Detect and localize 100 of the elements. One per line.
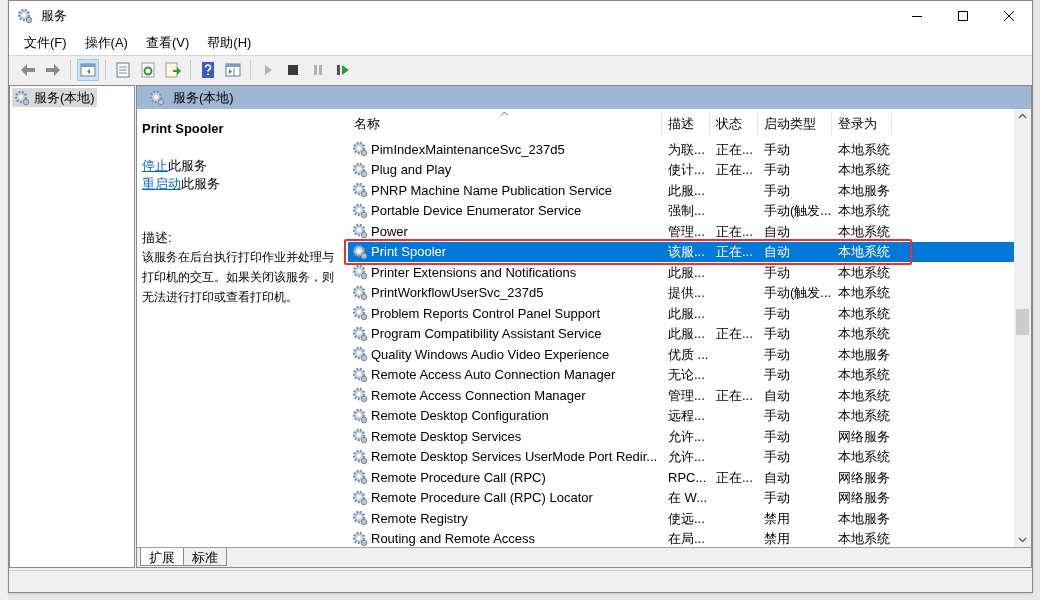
table-row[interactable]: PNRP Machine Name Publication Service 此服... 手动 本地服务 — [348, 180, 1014, 201]
gear-icon — [352, 325, 368, 342]
table-row[interactable]: Remote Access Auto Connection Manager 无论... 手动 本地系统 — [348, 364, 1014, 385]
table-row[interactable]: Portable Device Enumerator Service 强制... 手动(触发... 本地系统 — [348, 200, 1014, 221]
table-cell-text: Quality Windows Audio Video Experience — [371, 345, 610, 364]
view-tab[interactable]: 标准 — [183, 548, 227, 566]
table-cell-text: 此服... — [668, 263, 705, 282]
table-row[interactable]: Remote Procedure Call (RPC) RPC... 正在... 自动 网络服务 — [348, 467, 1014, 488]
table-row[interactable]: Remote Procedure Call (RPC) Locator 在 W... 手动 网络服务 — [348, 487, 1014, 508]
table-row[interactable]: PimIndexMaintenanceSvc_237d5 为联... 正在... 手动 本地系统 — [348, 139, 1014, 160]
table-cell-text: 手动 — [764, 366, 790, 384]
action-text: 停止此服务 — [142, 156, 208, 175]
table-cell-text: 手动 — [764, 427, 790, 446]
scrollbar[interactable] — [1014, 109, 1031, 547]
table-row[interactable]: Remote Desktop Services 允许... 手动 网络服务 — [348, 426, 1014, 447]
table-cell-text: Problem Reports Control Panel Support — [371, 304, 601, 323]
gear-icon — [149, 89, 165, 106]
table-cell-text: 无论... — [668, 366, 705, 384]
table-cell-text: 手动 — [764, 345, 790, 364]
column-header[interactable]: 状态 — [710, 113, 758, 135]
action-text: 重启动此服务 — [142, 174, 221, 193]
table-row[interactable]: Remote Desktop Services UserMode Port Redir... 允许... 手动 本地系统 — [348, 446, 1014, 467]
table-cell-text: 正在... — [716, 222, 753, 241]
export-icon — [164, 60, 182, 79]
gear-icon — [352, 448, 368, 465]
table-cell-text: 本地系统 — [838, 304, 890, 323]
column-header[interactable]: 登录为 — [832, 113, 892, 135]
table-row[interactable]: Plug and Play 使计... 正在... 手动 本地系统 — [348, 159, 1014, 180]
table-row[interactable]: Program Compatibility Assistant Service 此服... 正在... 手动 本地系统 — [348, 323, 1014, 344]
gear-icon — [352, 243, 368, 260]
table-cell-text: 正在... — [716, 243, 753, 261]
gear-icon — [352, 346, 368, 363]
table-row[interactable]: Printer Extensions and Notifications 此服... 手动 本地系统 — [348, 262, 1014, 283]
table-cell-text: 禁用 — [764, 530, 790, 547]
table-cell-text: Power — [371, 222, 408, 241]
table-cell-text: 本地系统 — [838, 530, 890, 547]
gear-icon — [352, 387, 368, 404]
table-cell-text: Remote Access Connection Manager — [371, 386, 586, 405]
table-row[interactable]: Remote Registry 使远... 禁用 本地服务 — [348, 508, 1014, 529]
table-cell-text: 管理... — [668, 386, 705, 405]
table-cell-text: 网络服务 — [838, 427, 890, 446]
scroll-thumb[interactable] — [1016, 309, 1029, 335]
table-row[interactable]: Remote Access Connection Manager 管理... 正在... 自动 本地系统 — [348, 385, 1014, 406]
table-cell-text: 自动 — [764, 386, 790, 405]
table-cell-text: 本地服务 — [838, 345, 890, 364]
table-row[interactable]: Routing and Remote Access 在局... 禁用 本地系统 — [348, 528, 1014, 547]
table-cell-text: 手动 — [764, 161, 790, 179]
table-cell-text: 此服... — [668, 325, 705, 343]
table-cell-text: 在局... — [668, 530, 705, 547]
scroll-up-icon[interactable] — [1018, 113, 1027, 119]
column-header[interactable]: 描述 — [662, 113, 710, 135]
table-cell-text: 该服... — [668, 243, 705, 261]
table-cell-text: 网络服务 — [838, 468, 890, 487]
gear-icon — [352, 469, 368, 486]
table-cell-text: Remote Registry — [371, 509, 468, 528]
table-cell-text: 自动 — [764, 468, 790, 487]
table-cell-text: Remote Desktop Services — [371, 427, 522, 446]
table-cell-text: 网络服务 — [838, 489, 890, 507]
gear-icon — [352, 264, 368, 281]
app-gear-icon — [17, 8, 33, 24]
refresh-icon — [139, 60, 157, 79]
gear-icon — [352, 428, 368, 445]
column-header[interactable]: 启动类型 — [758, 113, 832, 135]
table-row[interactable]: Remote Desktop Configuration 远程... 手动 本地系统 — [348, 405, 1014, 426]
gear-icon — [352, 530, 368, 547]
table-cell-text: 手动(触发... — [764, 284, 832, 302]
table-cell-text: 使计... — [668, 161, 705, 179]
table-cell-text: 允许... — [668, 427, 705, 446]
gear-icon — [352, 366, 368, 383]
table-cell-text: 自动 — [764, 222, 790, 241]
table-row[interactable]: PrintWorkflowUserSvc_237d5 提供... 手动(触发... 本地系统 — [348, 282, 1014, 303]
table-cell-text: 正在... — [716, 161, 753, 179]
action-link[interactable]: 重启动 — [142, 175, 181, 191]
column-header[interactable]: 名称 — [348, 113, 662, 135]
menu-item[interactable]: 文件(F) — [17, 31, 74, 55]
scroll-down-icon[interactable] — [1018, 537, 1027, 543]
table-cell-text: 手动 — [764, 489, 790, 507]
table-cell-text: Portable Device Enumerator Service — [371, 202, 582, 220]
tree-item[interactable]: 服务(本地) — [12, 88, 97, 107]
help-icon — [199, 60, 217, 79]
table-cell-text: 本地服务 — [838, 509, 890, 528]
menu-item[interactable]: 帮助(H) — [200, 31, 259, 55]
table-cell-text: 正在... — [716, 325, 753, 343]
menu-item[interactable]: 查看(V) — [138, 31, 197, 55]
table-row[interactable]: Power 管理... 正在... 自动 本地系统 — [348, 221, 1014, 242]
table-row[interactable]: Quality Windows Audio Video Experience 优质 ... 手动 本地服务 — [348, 344, 1014, 365]
menu-item[interactable]: 操作(A) — [77, 31, 135, 55]
gear-icon — [352, 202, 368, 219]
description-label: 描述: — [142, 228, 173, 247]
action-link[interactable]: 停止 — [142, 157, 168, 173]
description-text: 该服务在后台执行打印作业并处理与打印机的交互。如果关闭该服务，则无法进行打印或查看打印机。 — [142, 248, 335, 306]
gear-icon — [352, 284, 368, 301]
table-row[interactable]: Problem Reports Control Panel Support 此服... 手动 本地系统 — [348, 303, 1014, 324]
table-cell-text: 此服... — [668, 304, 705, 323]
view-tab[interactable]: 扩展 — [140, 548, 184, 566]
maximize-icon — [958, 11, 968, 21]
table-cell-text: 使远... — [668, 509, 705, 528]
gear-icon — [14, 89, 30, 106]
panel-title: 服务(本地) — [173, 88, 234, 107]
table-cell-text: 管理... — [668, 222, 705, 241]
